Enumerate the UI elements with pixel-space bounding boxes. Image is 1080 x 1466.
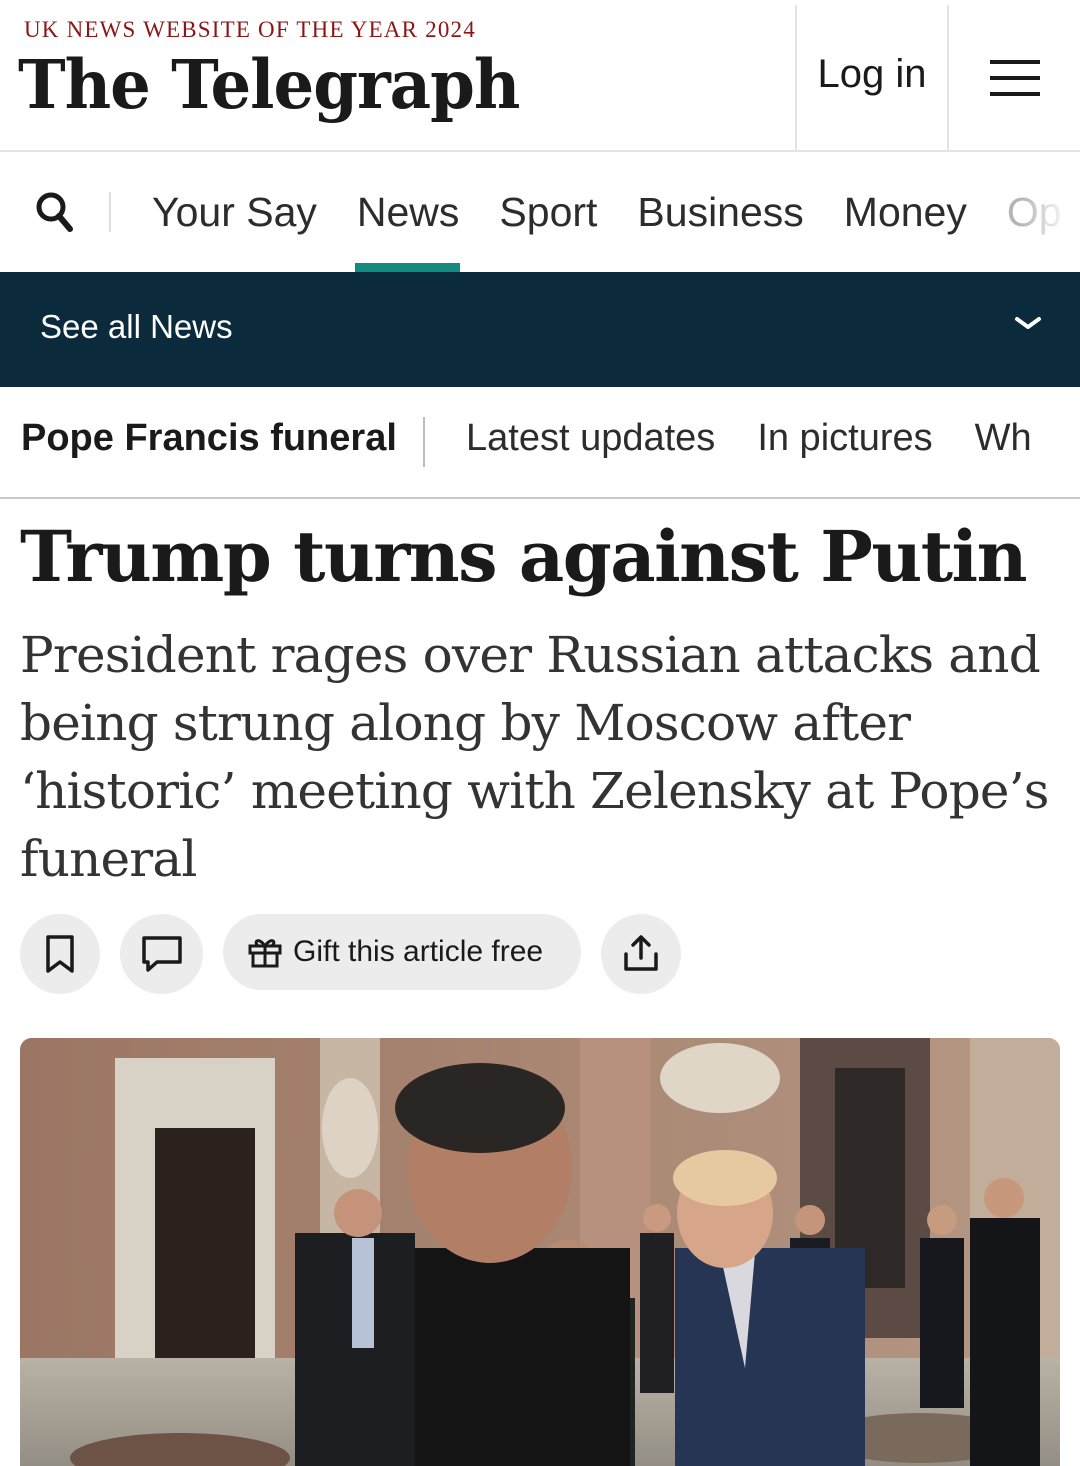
menu-icon[interactable] [986,58,1042,98]
nav-item-news[interactable]: News [337,152,480,272]
site-header: UK NEWS WEBSITE OF THE YEAR 2024 The Tel… [0,0,1080,152]
bookmark-button[interactable] [20,914,100,994]
topic-divider [423,417,425,467]
article-standfirst: President rages over Russian attacks and… [20,626,1049,888]
see-all-label: See all News [40,308,233,345]
chevron-down-icon[interactable] [1013,314,1043,332]
nav-fade [1020,152,1080,272]
award-tagline: UK NEWS WEBSITE OF THE YEAR 2024 [24,17,476,42]
nav-item-your-say[interactable]: Your Say [132,152,337,272]
nav-item-money[interactable]: Money [824,152,987,272]
article-headline: Trump turns against Putin [20,515,1028,598]
nav-item-business[interactable]: Business [617,152,823,272]
share-button[interactable] [601,914,681,994]
login-button[interactable]: Log in [795,5,949,150]
gift-label: Gift this article free [293,935,544,968]
search-icon[interactable] [34,190,76,234]
login-label: Log in [817,52,927,96]
lead-photo-illustration [20,1038,1060,1466]
article-lead-image[interactable] [20,1038,1060,1466]
comment-icon [141,936,182,972]
nav-divider [109,192,111,232]
topic-fade [1040,387,1080,497]
topic-link-latest-updates[interactable]: Latest updates [445,417,736,460]
topic-title[interactable]: Pope Francis funeral [21,417,397,460]
bookmark-icon [46,935,74,973]
gift-icon [248,939,282,968]
gift-article-button[interactable]: Gift this article free [223,914,581,990]
nav-item-sport[interactable]: Sport [479,152,617,272]
comments-button[interactable] [120,914,203,994]
see-all-news-bar[interactable]: See all News [0,272,1080,387]
telegraph-logo[interactable]: The Telegraph [18,46,520,125]
primary-nav: Your Say News Sport Business Money Op [0,152,1080,272]
topic-link-more[interactable]: Wh [954,417,1053,460]
share-icon [624,935,658,971]
topic-strip: Pope Francis funeral Latest updates In p… [0,387,1080,499]
topic-link-in-pictures[interactable]: In pictures [736,417,953,460]
